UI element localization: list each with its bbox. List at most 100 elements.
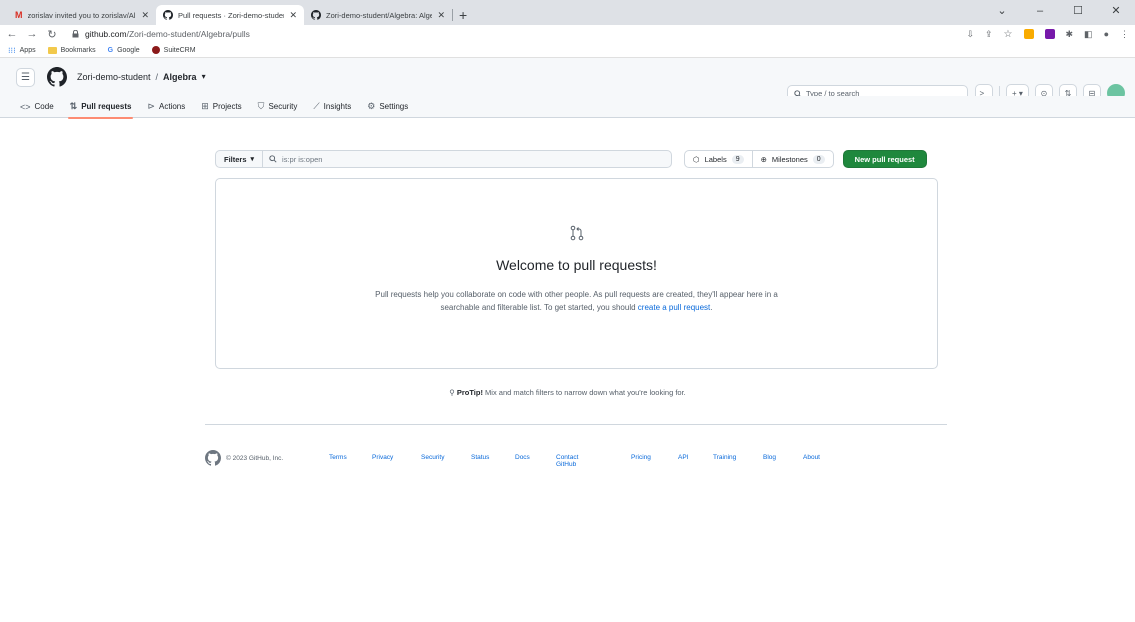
labels-milestones-group: ⬡ Labels 9 ⊕ Milestones 0 [684,150,834,168]
create-pull-request-link[interactable]: create a pull request [638,303,711,312]
pull-request-icon [570,225,583,241]
play-icon: ⊳ [147,101,155,111]
footer-link-docs[interactable]: Docs [515,454,530,461]
chevron-down-icon[interactable]: ⌄ [983,0,1021,25]
close-window-icon[interactable]: ✕ [1097,0,1135,25]
breadcrumb: Zori-demo-student / Algebra ▾ [77,72,206,82]
code-icon: <> [20,101,31,112]
puzzle-icon[interactable]: ✱ [1066,29,1074,40]
forward-icon[interactable]: → [26,28,38,40]
footer-link-pricing[interactable]: Pricing [631,454,651,461]
repo-link[interactable]: Algebra [163,72,197,82]
reload-icon[interactable]: ↻ [46,28,58,41]
minimize-icon[interactable]: – [1021,0,1059,25]
tab-pull-requests[interactable]: ⇅ Pull requests [67,96,134,119]
new-tab-icon[interactable]: + [459,7,467,23]
share-icon[interactable]: ⇪ [985,29,993,40]
tag-icon: ⬡ [693,154,700,164]
hamburger-menu-button[interactable]: ☰ [16,67,35,87]
close-icon[interactable]: ✕ [437,10,445,21]
extension-icon[interactable] [1023,29,1034,39]
bookmark-suitecrm[interactable]: SuiteCRM [151,46,196,54]
blankslate-title: Welcome to pull requests! [496,257,657,273]
filter-query: is:pr is:open [282,154,323,164]
tab-actions[interactable]: ⊳ Actions [147,96,185,118]
github-icon [311,10,321,20]
footer-link-terms[interactable]: Terms [329,454,347,461]
close-icon[interactable]: ✕ [141,10,149,21]
bookmarks-bar: ⁝⁝⁝ Apps Bookmarks G Google SuiteCRM [0,43,1135,58]
protip-label: ProTip! [456,388,483,397]
sidebar-icon[interactable]: ◧ [1084,29,1093,40]
table-icon: ⊞ [201,101,209,111]
footer-link-api[interactable]: API [678,454,688,461]
lock-icon [72,30,79,38]
pull-request-icon: ⇅ [69,101,78,111]
search-icon [269,155,277,163]
install-icon[interactable]: ⇩ [966,29,974,40]
milestones-button[interactable]: ⊕ Milestones 0 [752,150,834,168]
onenote-icon[interactable] [1044,29,1055,39]
folder-icon [47,46,57,54]
footer-link-privacy[interactable]: Privacy [372,454,393,461]
address-bar-row: ← → ↻ github.com/Zori-demo-student/Algeb… [0,25,1135,43]
tab-insights[interactable]: ⟋ Insights [313,96,351,118]
footer-link-contact[interactable]: Contact GitHub [556,454,578,468]
gear-icon: ⚙ [367,101,376,111]
bookmark-apps[interactable]: ⁝⁝⁝ Apps [8,46,36,55]
repo-dropdown-icon[interactable]: ▾ [202,72,206,82]
tab-security[interactable]: ⛉ Security [258,96,298,118]
maximize-icon[interactable]: ☐ [1059,0,1097,25]
footer-link-training[interactable]: Training [713,454,736,461]
footer-link-security[interactable]: Security [421,454,444,461]
browser-tab-gmail[interactable]: M zorislav invited you to zorislav/Al ✕ [8,5,156,25]
close-icon[interactable]: ✕ [289,10,297,21]
window-controls: ⌄ – ☐ ✕ [983,0,1135,25]
protip-text: Mix and match filters to narrow down wha… [482,388,686,397]
github-icon [163,10,173,20]
profile-icon[interactable]: ● [1104,29,1109,39]
milestone-icon: ⊕ [760,154,767,164]
footer-link-about[interactable]: About [803,454,820,461]
filter-search-input[interactable]: is:pr is:open [263,150,673,168]
new-pull-request-button[interactable]: New pull request [842,150,927,168]
google-icon: G [107,46,114,54]
filters-button[interactable]: Filters ▾ [215,150,264,168]
footer-copyright: © 2023 GitHub, Inc. [226,454,284,462]
star-icon[interactable]: ☆ [1004,29,1013,40]
url-domain: github.com [85,29,127,39]
blankslate-description: Pull requests help you collaborate on co… [375,290,778,312]
bookmark-bookmarks[interactable]: Bookmarks [47,46,96,54]
browser-tab-pull-requests[interactable]: Pull requests · Zori-demo-studen ✕ [156,5,304,25]
browser-tab-repo[interactable]: Zori-demo-student/Algebra: Alge ✕ [304,5,452,25]
footer-link-status[interactable]: Status [471,454,489,461]
tab-title: zorislav invited you to zorislav/Al [27,10,136,20]
footer-link-blog[interactable]: Blog [763,454,776,461]
github-logo-icon[interactable] [205,450,221,466]
browser-toolbar-actions: ⇩ ⇪ ☆ ✱ ◧ ● ⋮ [966,29,1129,40]
back-icon[interactable]: ← [6,28,18,40]
suitecrm-icon [151,46,160,54]
tab-divider [452,9,453,21]
tab-projects[interactable]: ⊞ Projects [201,96,241,118]
chevron-down-icon: ▾ [250,156,255,163]
milestones-counter: 0 [812,154,825,164]
protip: ⚲ ProTip! Mix and match filters to narro… [0,388,1135,397]
tab-title: Zori-demo-student/Algebra: Alge [326,10,433,20]
tab-code[interactable]: <> Code [20,96,54,118]
labels-button[interactable]: ⬡ Labels 9 [684,150,753,168]
graph-icon: ⟋ [313,101,320,111]
light-bulb-icon: ⚲ [449,388,455,397]
url-path: /Zori-demo-student/Algebra/pulls [126,29,250,39]
apps-grid-icon: ⁝⁝⁝ [8,45,16,55]
blankslate: Welcome to pull requests! Pull requests … [215,178,938,369]
bookmark-google[interactable]: G Google [108,47,140,54]
breadcrumb-separator: / [155,72,159,82]
gmail-icon: M [15,10,23,20]
github-logo-icon[interactable] [47,67,67,87]
url-field[interactable]: github.com/Zori-demo-student/Algebra/pul… [72,29,250,39]
repo-navigation: <> Code ⇅ Pull requests ⊳ Actions ⊞ Proj… [0,96,1135,119]
owner-link[interactable]: Zori-demo-student [77,72,151,82]
tab-settings[interactable]: ⚙ Settings [367,96,408,118]
menu-icon[interactable]: ⋮ [1120,29,1129,40]
